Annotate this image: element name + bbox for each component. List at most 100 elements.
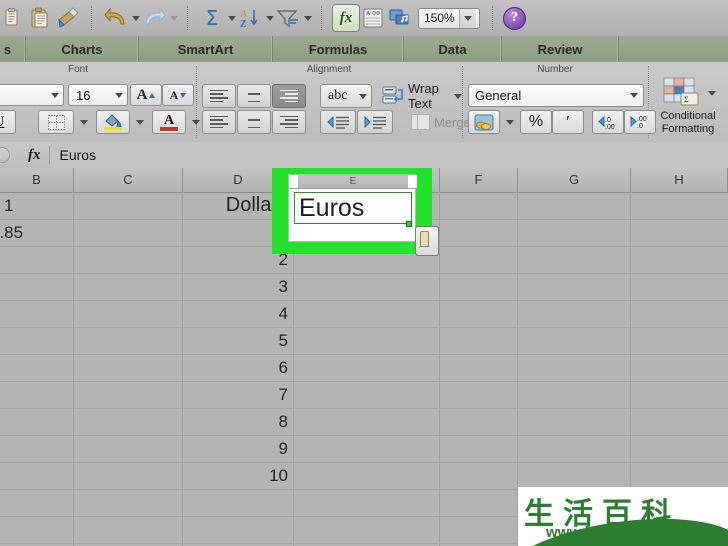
align-center-button[interactable] — [237, 110, 271, 134]
grid-row[interactable] — [0, 354, 728, 382]
column-header-h[interactable]: H — [631, 168, 728, 192]
zoom-dropdown-icon[interactable] — [459, 8, 476, 28]
autosum-icon[interactable]: Σ — [198, 4, 226, 32]
format-painter-icon[interactable] — [54, 4, 82, 32]
tab-home-clipped[interactable]: s — [0, 36, 26, 62]
cell-d10[interactable]: 9 — [183, 435, 294, 462]
toolbox-icon[interactable]: A — [360, 4, 386, 32]
cell-d11[interactable]: 10 — [183, 462, 294, 489]
paste-icon[interactable] — [26, 4, 54, 32]
filter-icon[interactable] — [274, 4, 302, 32]
fx-icon[interactable]: fx — [10, 147, 49, 164]
svg-text:.0: .0 — [637, 123, 643, 130]
conditional-formatting-dropdown-icon[interactable] — [704, 84, 718, 102]
help-group: ? — [499, 0, 530, 36]
underline-button[interactable]: U — [0, 110, 16, 134]
ribbon-group-format: Σ Conditional Formatting — [648, 62, 728, 142]
font-name-dropdown-icon[interactable] — [51, 92, 59, 98]
font-size-dropdown-icon[interactable] — [115, 92, 123, 98]
grid-row[interactable] — [0, 408, 728, 436]
tab-label: Formulas — [308, 41, 368, 57]
column-header-g[interactable]: G — [518, 168, 631, 192]
comma-format-button[interactable]: ′ — [552, 110, 584, 134]
active-column-header-e[interactable]: E — [289, 175, 417, 189]
currency-format-button[interactable] — [468, 110, 500, 134]
tab-formulas[interactable]: Formulas — [273, 36, 404, 62]
undo-dropdown-icon[interactable] — [132, 15, 140, 21]
tab-charts[interactable]: Charts — [26, 36, 139, 62]
currency-icon — [474, 114, 494, 130]
borders-button[interactable] — [38, 110, 74, 134]
paint-bucket-icon — [104, 114, 122, 131]
autosum-dropdown-icon[interactable] — [228, 15, 236, 21]
clipboard-group — [0, 0, 86, 36]
column-header-c[interactable]: C — [74, 168, 183, 192]
filter-dropdown-icon[interactable] — [304, 15, 312, 21]
cell-d5[interactable]: 4 — [183, 300, 294, 327]
number-format-select[interactable]: General — [468, 84, 644, 107]
shrink-font-button[interactable]: A — [162, 84, 194, 106]
borders-dropdown-icon[interactable] — [74, 110, 92, 134]
cell-b2[interactable]: 0.85 — [0, 219, 56, 246]
font-size-value: 16 — [76, 87, 91, 103]
cell-d4[interactable]: 3 — [183, 273, 294, 300]
cell-b1[interactable]: 1 — [4, 192, 70, 219]
currency-dropdown-icon[interactable] — [500, 110, 518, 134]
tab-smartart[interactable]: SmartArt — [139, 36, 273, 62]
zoom-level-control[interactable]: 150% — [418, 7, 480, 29]
grow-font-label: A — [136, 86, 148, 103]
sort-icon[interactable]: AZ — [236, 4, 264, 32]
font-name-box[interactable] — [0, 84, 64, 106]
align-right-button[interactable] — [272, 110, 306, 134]
cell-d9[interactable]: 8 — [183, 408, 294, 435]
cell-d8[interactable]: 7 — [183, 381, 294, 408]
grid-row[interactable] — [0, 300, 728, 328]
help-icon[interactable]: ? — [503, 6, 526, 30]
increase-indent-button[interactable] — [357, 110, 393, 134]
decrease-indent-button[interactable] — [320, 110, 356, 134]
wrap-text-dropdown-icon[interactable] — [454, 93, 462, 99]
grid-row[interactable] — [0, 381, 728, 409]
active-cell-e1[interactable]: Euros — [294, 192, 412, 224]
column-header-b[interactable]: B — [0, 168, 74, 192]
wrap-text-button[interactable] — [380, 84, 406, 108]
conditional-formatting-button[interactable]: Σ — [662, 76, 702, 110]
media-browser-icon[interactable] — [386, 4, 414, 32]
number-format-dropdown-icon[interactable] — [626, 93, 641, 98]
fill-handle[interactable] — [406, 221, 412, 227]
fill-color-dropdown-icon[interactable] — [130, 110, 148, 134]
cell-d7[interactable]: 6 — [183, 354, 294, 381]
orientation-button[interactable]: abc — [320, 84, 372, 108]
fill-color-button[interactable] — [96, 110, 130, 134]
formula-input[interactable]: Euros — [49, 142, 728, 168]
copy-icon[interactable] — [0, 4, 26, 32]
cell-d6[interactable]: 5 — [183, 327, 294, 354]
toolbar-divider — [321, 6, 323, 30]
grid-row[interactable] — [0, 273, 728, 301]
tab-data[interactable]: Data — [404, 36, 502, 62]
increase-decimal-button[interactable]: .0.00 — [592, 110, 624, 134]
grid-row[interactable] — [0, 435, 728, 463]
tab-label: Review — [537, 41, 583, 57]
orientation-dropdown-icon[interactable] — [359, 93, 367, 99]
grow-font-button[interactable]: A — [130, 84, 162, 106]
tab-review[interactable]: Review — [502, 36, 619, 62]
grid-row[interactable] — [0, 462, 728, 490]
align-top-button[interactable] — [202, 84, 236, 108]
grid-row[interactable] — [0, 327, 728, 355]
sort-dropdown-icon[interactable] — [266, 15, 274, 21]
align-top-icon — [210, 89, 228, 103]
undo-icon[interactable] — [102, 4, 130, 32]
align-left-button[interactable] — [202, 110, 236, 134]
align-bottom-button[interactable] — [272, 84, 306, 108]
ribbon-tab-bar: s Charts SmartArt Formulas Data Review — [0, 36, 728, 63]
align-left-icon — [210, 115, 228, 129]
font-size-box[interactable]: 16 — [68, 84, 128, 106]
column-header-f[interactable]: F — [440, 168, 518, 192]
percent-format-button[interactable]: % — [520, 110, 552, 134]
font-color-button[interactable]: A — [152, 110, 186, 134]
tab-label: SmartArt — [177, 41, 234, 57]
align-middle-button[interactable] — [237, 84, 271, 108]
name-box-collapse-icon[interactable] — [0, 147, 10, 163]
formula-builder-icon[interactable]: fx — [332, 4, 360, 32]
